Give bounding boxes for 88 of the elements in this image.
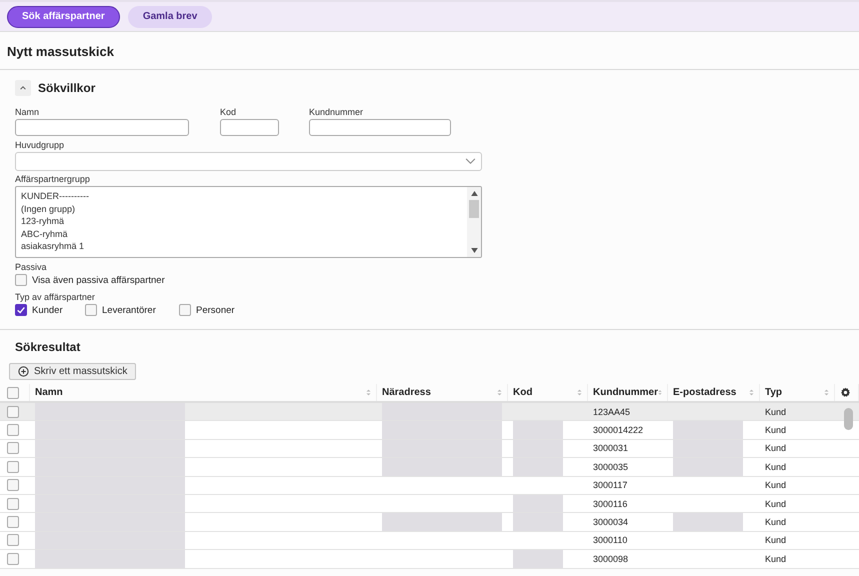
list-option[interactable]: ABC-ryhmä	[21, 228, 462, 240]
table-cell: 3000014222	[593, 425, 644, 436]
list-option[interactable]: KUNDER----------	[21, 190, 462, 202]
checkbox[interactable]	[7, 406, 19, 418]
field-label: Passiva	[15, 262, 47, 272]
table-cell: Kund	[765, 517, 786, 528]
collapse-toggle[interactable]	[15, 80, 31, 96]
column-header[interactable]: Typ	[765, 387, 782, 398]
table-cell: Kund	[765, 498, 786, 509]
page-title: Nytt massutskick	[0, 32, 859, 70]
table-row[interactable]: 3000014222 Kund	[0, 421, 859, 440]
table-row[interactable]: 3000035 Kund	[0, 458, 859, 477]
input-field[interactable]	[220, 119, 279, 136]
scroll-up-icon[interactable]	[470, 191, 478, 196]
checkbox-label: Visa även passiva affärspartner	[32, 274, 165, 286]
checkbox[interactable]	[7, 424, 19, 436]
tab[interactable]: Sök affärspartner	[7, 6, 120, 28]
checkbox-label: Kunder	[32, 304, 63, 316]
field-label: Huvudgrupp	[15, 140, 64, 150]
dropdown-field[interactable]	[15, 152, 482, 171]
section-title: Sökresultat	[14, 340, 80, 354]
table-cell: 3000035	[593, 462, 628, 472]
sort-icon[interactable]	[658, 389, 662, 396]
table-row[interactable]: 3000110 Kund	[0, 532, 859, 550]
checkbox[interactable]	[7, 442, 19, 454]
checkbox-label: Leverantörer	[102, 304, 156, 316]
list-option[interactable]: (Ingen grupp)	[21, 202, 462, 215]
column-header[interactable]: Kundnummer	[593, 387, 658, 398]
table-row[interactable]: 3000117 Kund	[0, 476, 859, 495]
checkbox-label: Personer	[196, 304, 235, 316]
plus-circle-icon	[18, 366, 29, 377]
field-label: Kundnummer	[309, 107, 364, 117]
list-option[interactable]: asiakasryhmä 1	[21, 240, 462, 252]
table-cell: Kund	[765, 554, 786, 564]
checkbox[interactable]	[15, 304, 27, 316]
sort-icon[interactable]	[577, 389, 582, 396]
checkbox[interactable]	[85, 304, 97, 316]
checkbox[interactable]	[7, 460, 19, 473]
column-header[interactable]: Namn	[35, 387, 63, 398]
checkbox[interactable]	[7, 386, 19, 398]
field-label: Affärspartnergrupp	[15, 174, 90, 184]
table-row[interactable]: 123AA45 Kund	[0, 403, 859, 422]
column-header[interactable]: Kod	[513, 387, 532, 398]
scrollbar-thumb[interactable]	[469, 200, 479, 218]
table-cell: 3000116	[593, 498, 628, 509]
scroll-down-icon[interactable]	[470, 248, 478, 253]
write-mass-mailing-button[interactable]: Skriv ett massutskick	[9, 363, 136, 380]
table-cell: 3000031	[593, 443, 628, 454]
table-row[interactable]: 3000116 Kund	[0, 494, 859, 514]
table-row[interactable]: 3000031 Kund	[0, 440, 859, 458]
field-label: Kod	[220, 107, 236, 117]
scrollbar-thumb[interactable]	[844, 408, 853, 430]
checkbox[interactable]	[7, 552, 19, 565]
sort-icon[interactable]	[749, 389, 754, 396]
table-cell: 3000034	[593, 517, 628, 528]
checkbox[interactable]	[7, 534, 19, 546]
checkbox[interactable]	[15, 274, 27, 286]
table-cell: Kund	[765, 480, 786, 490]
input-field[interactable]	[15, 119, 189, 136]
table-cell: 123AA45	[593, 406, 630, 417]
chevron-down-icon	[465, 158, 476, 165]
checkbox[interactable]	[7, 498, 19, 510]
table-cell: Kund	[765, 406, 786, 417]
list-option[interactable]: 123-ryhmä	[21, 215, 462, 228]
chevron-up-icon	[19, 84, 27, 92]
table-cell: Kund	[765, 425, 786, 436]
settings-icon[interactable]	[840, 387, 851, 398]
table-cell: 3000098	[593, 554, 628, 564]
table-cell: Kund	[765, 462, 786, 472]
checkbox[interactable]	[7, 479, 19, 492]
checkbox[interactable]	[179, 304, 191, 316]
table-row[interactable]: 3000034 Kund	[0, 513, 859, 532]
column-header[interactable]: E-postadress	[673, 387, 736, 398]
sort-icon[interactable]	[366, 389, 371, 396]
input-field[interactable]	[309, 119, 451, 136]
table-row[interactable]: 3000098 Kund	[0, 550, 859, 569]
field-label: Namn	[15, 107, 40, 117]
table-cell: 3000110	[593, 535, 628, 546]
table-cell: 3000117	[593, 480, 628, 490]
checkbox[interactable]	[7, 516, 19, 528]
section-title: Sökvillkor	[38, 81, 96, 95]
field-label: Typ av affärspartner	[15, 292, 95, 302]
sort-icon[interactable]	[497, 389, 502, 396]
table-cell: Kund	[765, 535, 786, 546]
table-cell: Kund	[765, 443, 786, 454]
column-header[interactable]: Näradress	[382, 387, 431, 398]
tab[interactable]: Gamla brev	[128, 6, 212, 28]
sort-icon[interactable]	[824, 389, 829, 396]
